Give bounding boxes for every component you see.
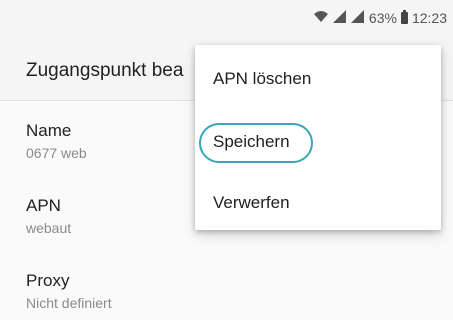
pref-item-apn[interactable]: APN webaut: [26, 196, 71, 236]
menu-item-save[interactable]: Speichern: [213, 132, 290, 152]
pref-title: Name: [26, 121, 72, 140]
battery-percent: 63%: [368, 9, 397, 26]
menu-item-discard[interactable]: Verwerfen: [213, 193, 290, 213]
status-icons: 63% 12:23: [313, 9, 447, 26]
signal-icon: [332, 9, 347, 26]
pref-summary: webaut: [26, 220, 72, 236]
menu-item-delete-apn[interactable]: APN löschen: [213, 69, 311, 89]
pref-item-proxy[interactable]: Proxy Nicht definiert: [26, 271, 112, 311]
status-bar: 63% 12:23: [0, 0, 453, 34]
pref-summary: Nicht definiert: [26, 295, 112, 311]
signal-icon-2: [350, 9, 365, 26]
pref-title: Proxy: [26, 271, 70, 290]
page-title: Zugangspunkt bea: [26, 60, 184, 81]
pref-title: APN: [26, 196, 61, 215]
status-time: 12:23: [411, 9, 447, 26]
pref-item-name[interactable]: Name 0677 web: [26, 121, 87, 161]
wifi-icon: [313, 9, 329, 26]
battery-icon: [400, 9, 408, 24]
pref-summary: 0677 web: [26, 145, 87, 161]
overflow-menu: APN löschen Speichern Verwerfen: [195, 45, 441, 230]
